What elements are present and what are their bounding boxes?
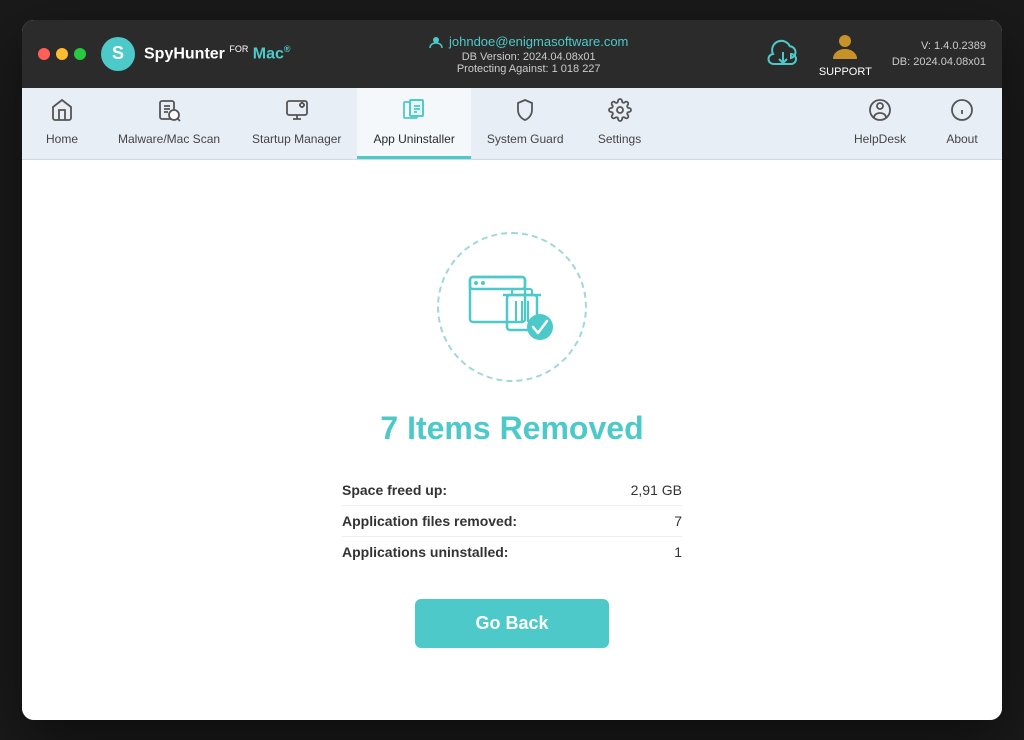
- stats-table: Space freed up: 2,91 GB Application file…: [342, 475, 682, 567]
- traffic-lights: [38, 48, 86, 60]
- nav-item-about[interactable]: About: [922, 88, 1002, 159]
- stats-value-apps: 1: [674, 544, 682, 560]
- result-icon: [465, 267, 560, 347]
- result-heading: 7 Items Removed: [380, 410, 643, 447]
- version-line2: DB: 2024.04.08x01: [892, 54, 986, 71]
- malware-scan-icon: [157, 98, 181, 128]
- stats-label-space: Space freed up:: [342, 482, 447, 498]
- support-button[interactable]: SUPPORT: [819, 31, 872, 78]
- nav-item-app-uninstaller[interactable]: App Uninstaller: [357, 88, 470, 159]
- nav-label-about: About: [946, 132, 977, 146]
- nav-item-settings[interactable]: Settings: [580, 88, 660, 159]
- app-uninstaller-icon: [402, 98, 426, 128]
- support-person-icon: [829, 31, 861, 63]
- main-content: 7 Items Removed Space freed up: 2,91 GB …: [22, 160, 1002, 720]
- about-icon: [950, 98, 974, 128]
- maximize-button[interactable]: [74, 48, 86, 60]
- nav-item-helpdesk[interactable]: HelpDesk: [838, 88, 922, 159]
- version-line1: V: 1.4.0.2389: [892, 38, 986, 55]
- nav-label-home: Home: [46, 132, 78, 146]
- system-guard-icon: [513, 98, 537, 128]
- result-icon-circle: [437, 232, 587, 382]
- nav-label-startup-manager: Startup Manager: [252, 132, 341, 146]
- navbar: Home Malware/Mac Scan: [22, 88, 1002, 160]
- svg-text:S: S: [112, 43, 124, 63]
- nav-label-malware-scan: Malware/Mac Scan: [118, 132, 220, 146]
- app-window: S SpyHunter FOR Mac® johndoe@enigmasoftw…: [22, 20, 1002, 720]
- db-version: DB Version: 2024.04.08x01: [462, 51, 596, 63]
- startup-manager-icon: [285, 98, 309, 128]
- logo-text: SpyHunter FOR Mac®: [144, 44, 291, 63]
- home-icon: [50, 98, 74, 128]
- titlebar-right: SUPPORT V: 1.4.0.2389 DB: 2024.04.08x01: [767, 31, 986, 78]
- download-cloud-icon[interactable]: [767, 38, 799, 70]
- settings-icon: [608, 98, 632, 128]
- uninstall-complete-icon: [465, 267, 560, 347]
- nav-item-startup-manager[interactable]: Startup Manager: [236, 88, 357, 159]
- nav-item-malware-scan[interactable]: Malware/Mac Scan: [102, 88, 236, 159]
- titlebar: S SpyHunter FOR Mac® johndoe@enigmasoftw…: [22, 20, 1002, 88]
- stats-row-files: Application files removed: 7: [342, 506, 682, 537]
- nav-label-settings: Settings: [598, 132, 641, 146]
- stats-value-space: 2,91 GB: [631, 482, 682, 498]
- nav-label-app-uninstaller: App Uninstaller: [373, 132, 454, 146]
- stats-row-apps: Applications uninstalled: 1: [342, 537, 682, 567]
- stats-label-files: Application files removed:: [342, 513, 517, 529]
- nav-item-system-guard[interactable]: System Guard: [471, 88, 580, 159]
- user-icon: [429, 35, 443, 49]
- user-email: johndoe@enigmasoftware.com: [449, 34, 628, 49]
- protecting-count: Protecting Against: 1 018 227: [457, 63, 601, 75]
- nav-label-system-guard: System Guard: [487, 132, 564, 146]
- logo: S SpyHunter FOR Mac®: [100, 36, 291, 72]
- nav-item-home[interactable]: Home: [22, 88, 102, 159]
- logo-icon: S: [100, 36, 136, 72]
- close-button[interactable]: [38, 48, 50, 60]
- go-back-button[interactable]: Go Back: [415, 599, 608, 648]
- minimize-button[interactable]: [56, 48, 68, 60]
- titlebar-center: johndoe@enigmasoftware.com DB Version: 2…: [291, 34, 767, 75]
- stats-label-apps: Applications uninstalled:: [342, 544, 508, 560]
- nav-label-helpdesk: HelpDesk: [854, 132, 906, 146]
- stats-row-space: Space freed up: 2,91 GB: [342, 475, 682, 506]
- support-label: SUPPORT: [819, 66, 872, 78]
- stats-value-files: 7: [674, 513, 682, 529]
- version-info: V: 1.4.0.2389 DB: 2024.04.08x01: [892, 38, 986, 71]
- helpdesk-icon: [868, 98, 892, 128]
